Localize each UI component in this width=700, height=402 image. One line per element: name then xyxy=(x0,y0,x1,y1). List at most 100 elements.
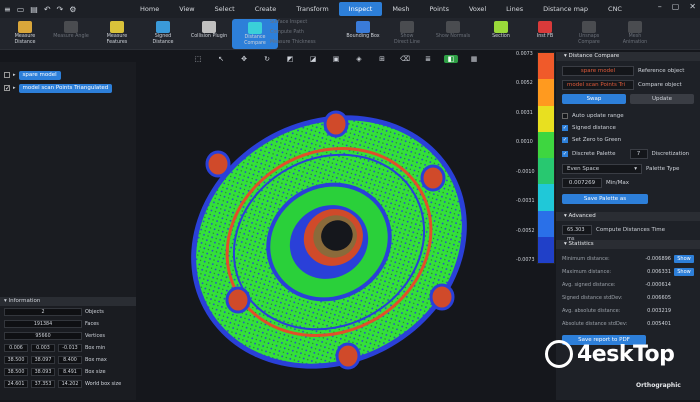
palette-type-select[interactable]: Even Space ▾ xyxy=(562,164,642,174)
info-row-objects: 2 Objects xyxy=(4,308,104,316)
pointer-icon[interactable]: ↖ xyxy=(214,55,228,63)
swap-button[interactable]: Swap xyxy=(562,94,626,104)
object-name[interactable]: model scan Points Triangulated xyxy=(18,83,113,93)
tool-mesh-animation[interactable]: Mesh Animation xyxy=(612,18,658,50)
tool-icon xyxy=(110,21,124,33)
discrete-palette-checkbox[interactable]: ✓ xyxy=(562,151,568,157)
statistics-header[interactable]: ▾ Statistics xyxy=(556,240,700,249)
stat-value: -0.006896 xyxy=(645,255,671,262)
minmax-label: Min/Max xyxy=(606,180,629,186)
tool-icon xyxy=(628,21,642,33)
tool-label: Show Normals xyxy=(435,34,471,39)
info-row-faces: 191384 Faces xyxy=(4,320,99,328)
minmax-field[interactable]: 0.007269 xyxy=(562,178,602,188)
tool-surface-inspect[interactable]: Surface Inspect xyxy=(270,20,307,25)
stat-value: 0.005401 xyxy=(647,320,671,327)
top-view-icon[interactable]: ▣ xyxy=(329,55,343,63)
save-palette-button[interactable]: Save Palette as xyxy=(562,194,648,204)
menu-home[interactable]: Home xyxy=(130,2,169,16)
viewport-toolbar: ⬚ ↖ ✥ ↻ ◩ ◪ ▣ ◈ ⊞ ⌫ ≣ ◧ ▦ xyxy=(185,52,503,66)
show-button[interactable]: Show xyxy=(674,254,694,263)
expand-icon[interactable]: ▸ xyxy=(13,72,16,78)
statistics-title: Statistics xyxy=(568,241,594,247)
auto-update-checkbox[interactable] xyxy=(562,113,568,119)
save-icon[interactable]: ▤ xyxy=(30,5,38,14)
visibility-checkbox[interactable] xyxy=(4,72,10,78)
tool-show-direct-line[interactable]: Show Direct Line xyxy=(384,18,430,50)
select-mode-icon[interactable]: ⬚ xyxy=(191,55,205,63)
menu-view[interactable]: View xyxy=(169,2,204,16)
move-icon[interactable]: ✥ xyxy=(237,55,251,63)
layers-icon[interactable]: ≣ xyxy=(421,55,435,63)
panel-title[interactable]: ▾ Distance Compare xyxy=(556,52,700,61)
tool-show-normals[interactable]: Show Normals xyxy=(430,18,476,50)
3d-viewport[interactable] xyxy=(136,50,531,400)
cube-view-icon[interactable]: ◩ xyxy=(283,55,297,63)
tool-measure-angle[interactable]: Measure Angle xyxy=(48,18,94,50)
info-value: 38.500 xyxy=(4,368,28,376)
app-menu-icon[interactable]: ≡ xyxy=(4,5,11,14)
menu-voxel[interactable]: Voxel xyxy=(459,2,496,16)
tool-label: Mesh Animation xyxy=(622,34,648,45)
menu-mesh[interactable]: Mesh xyxy=(382,2,419,16)
tool-measure-distance[interactable]: Measure Distance xyxy=(2,18,48,50)
tool-measure-thickness[interactable]: Measure Thickness xyxy=(270,40,316,45)
info-value: 38.093 xyxy=(31,368,55,376)
compare-object-field[interactable]: model scan Points Tri xyxy=(562,80,634,90)
scale-tick-label: 0.0010 xyxy=(516,140,533,146)
settings-icon[interactable]: ⚙ xyxy=(69,5,76,14)
palette-toggle-icon[interactable]: ◧ xyxy=(444,55,458,63)
reference-object-field[interactable]: spare model xyxy=(562,66,634,76)
info-value: 38.500 xyxy=(4,356,28,364)
expand-icon[interactable]: ▸ xyxy=(13,85,16,91)
tool-section[interactable]: Section xyxy=(478,18,524,50)
undo-icon[interactable]: ↶ xyxy=(44,5,51,14)
information-header[interactable]: ▾ Information xyxy=(0,297,136,306)
visibility-checkbox[interactable]: ✓ xyxy=(4,85,10,92)
eraser-icon[interactable]: ⌫ xyxy=(398,55,412,63)
object-name[interactable]: spare model xyxy=(18,70,61,80)
scale-tick-label: -0.0073 xyxy=(516,258,535,263)
wireframe-icon[interactable]: ⊞ xyxy=(375,55,389,63)
grid-icon[interactable]: ▦ xyxy=(467,55,481,63)
minimize-icon[interactable]: – xyxy=(658,2,662,11)
signed-distance-checkbox[interactable]: ✓ xyxy=(562,125,568,131)
maximize-icon[interactable]: ▢ xyxy=(672,2,680,11)
discretization-field[interactable]: 7 xyxy=(629,149,648,159)
close-icon[interactable]: ✕ xyxy=(689,2,696,11)
info-label: World box size xyxy=(85,381,122,387)
menu-cnc[interactable]: CNC xyxy=(598,2,632,16)
tool-measure-features[interactable]: Measure Features xyxy=(94,18,140,50)
tool-bounding-box[interactable]: Bounding Box xyxy=(340,18,386,50)
render-mode-icon[interactable]: ◈ xyxy=(352,55,366,63)
zero-green-checkbox[interactable]: ✓ xyxy=(562,137,568,143)
stat-row: Signed distance stdDev: 0.006605 xyxy=(562,293,694,302)
tool-collision-plugin[interactable]: Collision Plugin xyxy=(186,18,232,50)
open-icon[interactable]: ▭ xyxy=(17,5,25,14)
compare-object-label: Compare object xyxy=(638,82,682,88)
advanced-header[interactable]: ▾ Advanced xyxy=(556,212,700,221)
redo-icon[interactable]: ↷ xyxy=(57,5,64,14)
menu-lines[interactable]: Lines xyxy=(496,2,533,16)
object-row-scan[interactable]: ✓ ▸ model scan Points Triangulated xyxy=(4,83,113,93)
menu-distance-map[interactable]: Distance map xyxy=(533,2,598,16)
discrete-palette-label: Discrete Palette xyxy=(572,151,616,157)
tool-inst-fb[interactable]: Inst FB xyxy=(522,18,568,50)
menu-points[interactable]: Points xyxy=(419,2,459,16)
update-button[interactable]: Update xyxy=(630,94,694,104)
tool-compute-path[interactable]: Compute Path xyxy=(270,30,304,35)
tool-unsnaps-compare[interactable]: Unsnaps Compare xyxy=(566,18,612,50)
menu-create[interactable]: Create xyxy=(245,2,287,16)
show-button[interactable]: Show xyxy=(674,267,694,276)
rotate-icon[interactable]: ↻ xyxy=(260,55,274,63)
object-row-spare[interactable]: ▸ spare model xyxy=(4,70,61,80)
menu-select[interactable]: Select xyxy=(205,2,245,16)
stat-label: Signed distance stdDev: xyxy=(562,294,623,301)
tool-icon xyxy=(356,21,370,33)
front-view-icon[interactable]: ◪ xyxy=(306,55,320,63)
projection-mode[interactable]: Orthographic xyxy=(636,382,681,389)
tool-signed-distance[interactable]: Signed Distance xyxy=(140,18,186,50)
tool-label: Measure Features xyxy=(106,34,128,45)
menu-transform[interactable]: Transform xyxy=(286,2,338,16)
menu-inspect[interactable]: Inspect xyxy=(338,2,383,16)
